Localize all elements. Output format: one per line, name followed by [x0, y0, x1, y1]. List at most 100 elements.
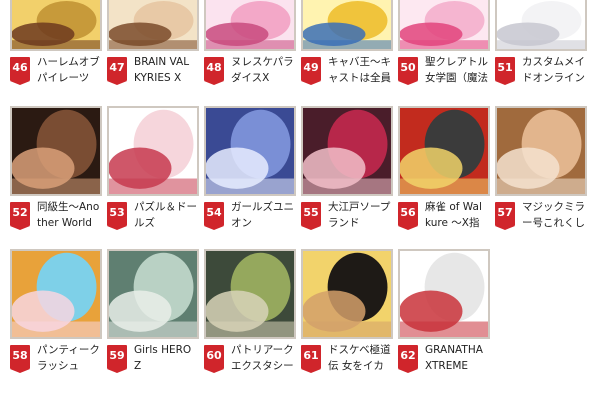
- ranking-item[interactable]: 52 同級生～Ano ther World: [10, 106, 102, 236]
- game-title[interactable]: マジックミラ ー号これくし: [522, 199, 590, 231]
- thumbnail-art: [109, 108, 197, 194]
- game-title-line: パズル＆ドー: [134, 201, 197, 213]
- game-title[interactable]: 同級生～Ano ther World: [37, 199, 105, 231]
- game-title[interactable]: ドスケベ極道伝 女をイカ: [328, 342, 396, 374]
- thumb-game-57[interactable]: [495, 106, 587, 196]
- rank-badge: 51: [495, 57, 515, 85]
- game-title-line: Girls HERO: [134, 344, 192, 356]
- thumb-game-61[interactable]: [301, 249, 393, 339]
- ranking-item[interactable]: 50 聖クレアトル 女学園（魔法: [398, 0, 490, 91]
- game-title-line: オン: [231, 217, 252, 229]
- game-title[interactable]: BRAIN VAL KYRIES X: [134, 54, 202, 86]
- rank-badge: 49: [301, 57, 321, 85]
- game-title-line: カスタムメイ: [522, 56, 585, 68]
- thumb-game-60[interactable]: [204, 249, 296, 339]
- thumb-game-46[interactable]: [10, 0, 102, 51]
- rank-badge: 54: [204, 202, 224, 230]
- ranking-item[interactable]: 53 パズル＆ドー ルズ: [107, 106, 199, 236]
- rank-badge: 56: [398, 202, 418, 230]
- game-title-line: 伝 女をイカ: [328, 360, 384, 372]
- thumbnail-art: [303, 251, 391, 337]
- ranking-item[interactable]: 59 Girls HERO Z: [107, 249, 199, 379]
- thumb-game-62[interactable]: [398, 249, 490, 339]
- thumbnail-art: [400, 251, 488, 337]
- rank-badge: 50: [398, 57, 418, 85]
- thumb-game-49[interactable]: [301, 0, 393, 51]
- thumbnail-art: [497, 108, 585, 194]
- thumb-game-59[interactable]: [107, 249, 199, 339]
- game-title-line: Z: [134, 360, 142, 372]
- ranking-item[interactable]: 55 大江戸ソープ ランド: [301, 106, 393, 236]
- ranking-item[interactable]: 47 BRAIN VAL KYRIES X: [107, 0, 199, 91]
- ranking-item[interactable]: 54 ガールズユニ オン: [204, 106, 296, 236]
- game-title-line: ルズ: [134, 217, 155, 229]
- thumb-game-54[interactable]: [204, 106, 296, 196]
- rank-badge: 59: [107, 345, 127, 373]
- game-title-line: 聖クレアトル: [425, 56, 488, 68]
- rank-badge: 62: [398, 345, 418, 373]
- game-title[interactable]: Girls HERO Z: [134, 342, 202, 374]
- game-title[interactable]: パトリアーク エクスタシー: [231, 342, 299, 374]
- ranking-item[interactable]: 46 ハーレムオブ パイレーツ: [10, 0, 102, 91]
- game-title[interactable]: ガールズユニ オン: [231, 199, 299, 231]
- thumb-game-55[interactable]: [301, 106, 393, 196]
- game-title[interactable]: 麻雀 of Wal kure ～X指: [425, 199, 493, 231]
- game-title[interactable]: パンティーク ラッシュ: [37, 342, 105, 374]
- game-title-line: ャストは全員: [328, 72, 391, 84]
- rank-badge: 53: [107, 202, 127, 230]
- game-title-line: kure ～X指: [425, 217, 480, 229]
- game-title-line: 同級生～Ano: [37, 201, 100, 213]
- thumb-game-52[interactable]: [10, 106, 102, 196]
- game-title[interactable]: 聖クレアトル 女学園（魔法: [425, 54, 493, 86]
- thumbnail-art: [303, 0, 391, 49]
- thumb-game-48[interactable]: [204, 0, 296, 51]
- rank-badge: 55: [301, 202, 321, 230]
- thumb-game-47[interactable]: [107, 0, 199, 51]
- rank-badge: 46: [10, 57, 30, 85]
- rank-badge: 61: [301, 345, 321, 373]
- thumb-game-58[interactable]: [10, 249, 102, 339]
- thumb-game-51[interactable]: [495, 0, 587, 51]
- thumbnail-art: [400, 0, 488, 49]
- game-title[interactable]: パズル＆ドー ルズ: [134, 199, 202, 231]
- thumbnail-art: [303, 108, 391, 194]
- ranking-item[interactable]: 58 パンティーク ラッシュ: [10, 249, 102, 379]
- game-title[interactable]: ハーレムオブ パイレーツ: [37, 54, 105, 86]
- ranking-item[interactable]: 51 カスタムメイ ドオンライン: [495, 0, 587, 91]
- game-title-line: エクスタシー: [231, 360, 294, 372]
- thumbnail-art: [206, 251, 294, 337]
- ranking-item[interactable]: 56 麻雀 of Wal kure ～X指: [398, 106, 490, 236]
- rank-badge: 48: [204, 57, 224, 85]
- thumbnail-art: [497, 0, 585, 49]
- ranking-item[interactable]: 57 マジックミラ ー号これくし: [495, 106, 587, 236]
- game-title-line: 大江戸ソープ: [328, 201, 391, 213]
- thumbnail-art: [109, 0, 197, 49]
- game-title[interactable]: カスタムメイ ドオンライン: [522, 54, 590, 86]
- game-title[interactable]: GRANATHA XTREME: [425, 342, 493, 374]
- thumbnail-art: [12, 0, 100, 49]
- game-title[interactable]: ヌレスケパラ ダイスX: [231, 54, 299, 86]
- ranking-item[interactable]: 48 ヌレスケパラ ダイスX: [204, 0, 296, 91]
- thumbnail-art: [109, 251, 197, 337]
- thumbnail-art: [206, 0, 294, 49]
- game-title-line: パトリアーク: [231, 344, 294, 356]
- game-title-line: 麻雀 of Wal: [425, 201, 482, 213]
- game-title[interactable]: キャバ王～キ ャストは全員: [328, 54, 396, 86]
- ranking-item[interactable]: 49 キャバ王～キ ャストは全員: [301, 0, 393, 91]
- game-title-line: マジックミラ: [522, 201, 585, 213]
- ranking-item[interactable]: 62 GRANATHA XTREME: [398, 249, 490, 379]
- ranking-item[interactable]: 61 ドスケベ極道伝 女をイカ: [301, 249, 393, 379]
- game-title-line: ー号これくし: [522, 217, 585, 229]
- game-title-line: ヌレスケパラ: [231, 56, 294, 68]
- thumbnail-art: [400, 108, 488, 194]
- game-title-line: パンティーク: [37, 344, 100, 356]
- rank-badge: 60: [204, 345, 224, 373]
- thumb-game-50[interactable]: [398, 0, 490, 51]
- game-title[interactable]: 大江戸ソープ ランド: [328, 199, 396, 231]
- thumb-game-56[interactable]: [398, 106, 490, 196]
- ranking-grid: 46 ハーレムオブ パイレーツ 47 BRAIN VAL KYRIES X 48 ヌレスケパラ…: [0, 0, 600, 400]
- game-title-line: ハーレムオブ: [37, 56, 100, 68]
- ranking-item[interactable]: 60 パトリアーク エクスタシー: [204, 249, 296, 379]
- game-title-line: XTREME: [425, 360, 469, 372]
- thumb-game-53[interactable]: [107, 106, 199, 196]
